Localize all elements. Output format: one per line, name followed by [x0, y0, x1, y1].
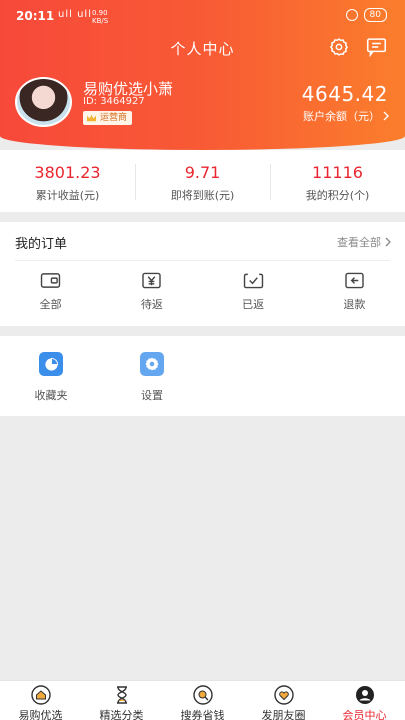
orders-header: 我的订单 查看全部	[0, 222, 405, 260]
stat-label: 即将到账(元)	[170, 189, 235, 202]
order-returned-button[interactable]: 已返	[203, 272, 304, 312]
tools-section: 收藏夹 设置	[0, 336, 405, 416]
tab-categories[interactable]: 精选分类	[81, 681, 162, 720]
my-orders-section: 我的订单 查看全部 全部 待返 已返 退款	[0, 222, 405, 326]
tab-home[interactable]: 易购优选	[0, 681, 81, 720]
tab-coupon-search[interactable]: 搜券省钱	[162, 681, 243, 720]
order-refund-button[interactable]: 退款	[304, 272, 405, 312]
order-status-tabs: 全部 待返 已返 退款	[0, 272, 405, 312]
stat-value: 11116	[312, 163, 363, 182]
stat-label: 我的积分(个)	[305, 189, 370, 202]
avatar[interactable]	[15, 77, 72, 127]
signal-icon: ull ull	[58, 9, 92, 20]
bottom-tab-bar: 易购优选 精选分类 搜券省钱 发朋友圈 会员中心	[0, 680, 405, 720]
profile-header: 20:11 ull ull 0.90 KB/S 80 个人中心 易购优选小萧 I…	[0, 0, 405, 150]
order-pending-button[interactable]: 待返	[101, 272, 202, 312]
home-icon	[30, 685, 51, 705]
stat-pending[interactable]: 9.71 即将到账(元)	[135, 150, 270, 212]
stat-points[interactable]: 11116 我的积分(个)	[270, 150, 405, 212]
battery-icon: 80	[363, 8, 387, 22]
user-icon	[355, 686, 374, 704]
settings-button[interactable]: 设置	[122, 352, 182, 403]
check-icon	[243, 273, 263, 289]
view-all-orders-link[interactable]: 查看全部	[337, 234, 391, 250]
gear-icon	[140, 352, 164, 376]
search-icon	[192, 685, 213, 705]
refund-icon	[345, 272, 364, 289]
user-id: ID: 3464927	[83, 96, 145, 107]
status-bar: 20:11 ull ull 0.90 KB/S 80	[0, 0, 405, 32]
earnings-stats: 3801.23 累计收益(元) 9.71 即将到账(元) 11116 我的积分(…	[0, 150, 405, 212]
stat-value: 3801.23	[34, 163, 101, 182]
orders-title: 我的订单	[15, 237, 68, 252]
stat-label: 累计收益(元)	[35, 189, 100, 202]
message-icon[interactable]	[366, 37, 387, 57]
wallet-icon	[40, 273, 61, 288]
stat-value: 9.71	[184, 163, 221, 182]
crown-icon	[87, 114, 96, 121]
hourglass-icon	[116, 686, 127, 704]
account-balance-link[interactable]: 账户余额（元）	[303, 108, 390, 124]
stat-total-earnings[interactable]: 3801.23 累计收益(元)	[0, 150, 135, 212]
order-all-button[interactable]: 全部	[0, 272, 101, 312]
role-badge: 运营商	[83, 111, 133, 125]
settings-gear-icon[interactable]	[329, 37, 349, 57]
favorites-button[interactable]: 收藏夹	[21, 352, 81, 403]
divider	[15, 260, 390, 261]
tab-moments[interactable]: 发朋友圈	[243, 681, 324, 720]
tab-member-center[interactable]: 会员中心	[324, 681, 405, 720]
status-time: 20:11	[16, 9, 55, 23]
heart-icon	[273, 685, 294, 705]
account-balance[interactable]: 4645.42	[302, 82, 388, 106]
rotation-lock-icon	[345, 9, 358, 21]
chevron-right-icon	[383, 111, 389, 121]
network-speed: 0.90 KB/S	[92, 9, 109, 25]
pie-chart-icon	[39, 352, 63, 376]
chevron-right-icon	[385, 237, 391, 247]
yen-icon	[142, 272, 162, 289]
